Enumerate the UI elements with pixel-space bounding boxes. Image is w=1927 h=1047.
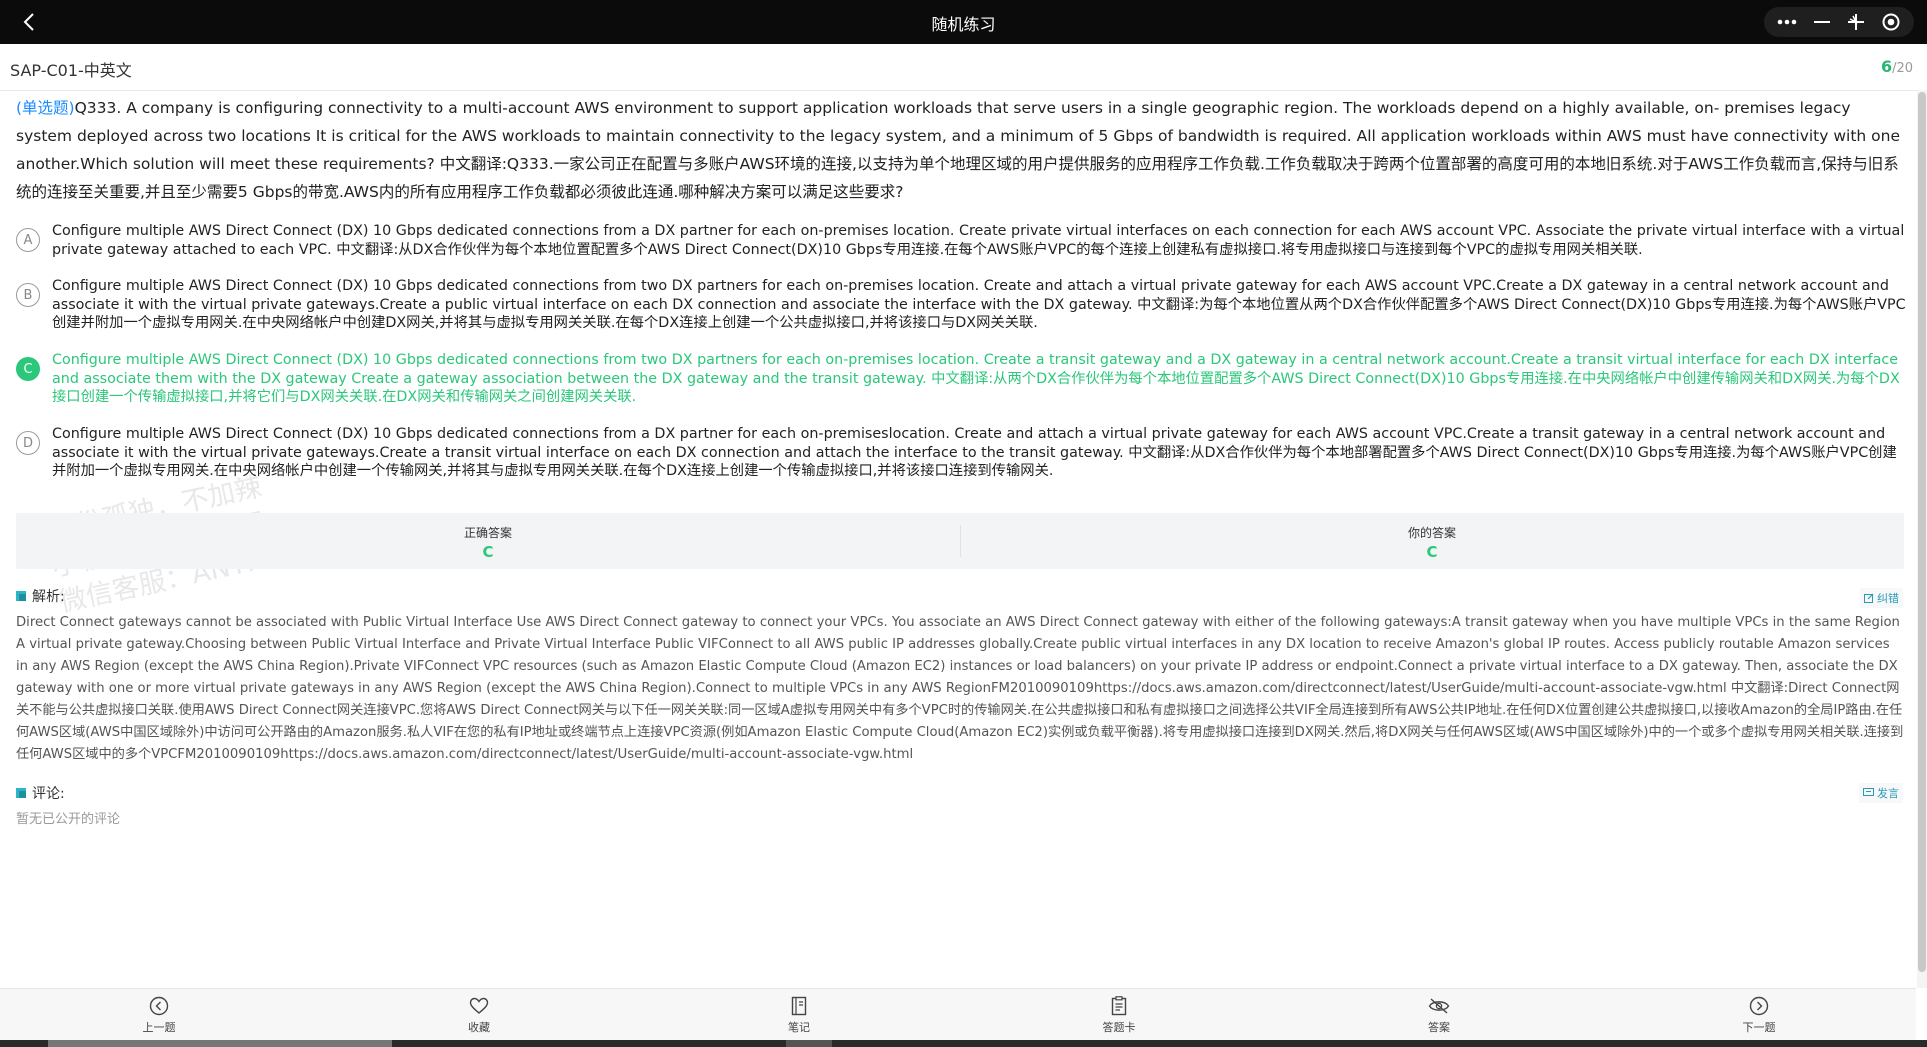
your-answer-value: C — [1426, 543, 1438, 561]
close-button[interactable] — [1877, 8, 1905, 36]
strip-segment — [48, 1040, 392, 1047]
option-text: Configure multiple AWS Direct Connect (D… — [52, 426, 1897, 479]
next-circle-icon — [1749, 996, 1769, 1016]
post-comment-button[interactable]: 发言 — [1859, 783, 1903, 803]
option-text: Configure multiple AWS Direct Connect (D… — [52, 278, 1906, 331]
resize-button[interactable] — [1842, 8, 1870, 36]
shrink-arrows-icon — [1848, 14, 1865, 30]
option-text: Configure multiple AWS Direct Connect (D… — [52, 223, 1905, 258]
next-question-button[interactable]: 下一题 — [1719, 995, 1799, 1035]
scrollbar-thumb[interactable] — [1918, 92, 1926, 972]
report-error-button[interactable]: 纠错 — [1860, 588, 1903, 608]
question-progress: 6/20 — [1881, 57, 1913, 76]
show-answer-button[interactable]: 答案 — [1399, 995, 1479, 1035]
window-controls — [1764, 7, 1914, 37]
option-b[interactable]: B Configure multiple AWS Direct Connect … — [16, 277, 1906, 333]
correct-answer: 正确答案 C — [16, 513, 960, 569]
correct-answer-label: 正确答案 — [463, 526, 512, 540]
title-bar: 随机练习 — [0, 0, 1927, 44]
favorite-button[interactable]: 收藏 — [439, 995, 519, 1035]
target-close-icon — [1882, 13, 1900, 31]
section-marker-icon — [16, 788, 26, 798]
notes-button[interactable]: 笔记 — [759, 995, 839, 1035]
option-text: Configure multiple AWS Direct Connect (D… — [52, 352, 1900, 405]
comment-icon — [1863, 788, 1874, 796]
prev-circle-icon — [149, 996, 169, 1016]
answer-card-icon — [1111, 996, 1127, 1016]
analysis-text: Direct Connect gateways cannot be associ… — [16, 615, 1904, 762]
more-button[interactable] — [1773, 8, 1801, 36]
nav-label: 收藏 — [468, 1021, 490, 1034]
option-d[interactable]: D Configure multiple AWS Direct Connect … — [16, 425, 1906, 481]
nav-label: 答案 — [1428, 1021, 1450, 1034]
option-letter: B — [16, 283, 40, 307]
option-a[interactable]: A Configure multiple AWS Direct Connect … — [16, 222, 1906, 259]
analysis-title: 解析: — [32, 589, 65, 605]
nav-label: 笔记 — [788, 1021, 810, 1034]
option-letter: C — [16, 357, 40, 381]
subject-title: SAP-C01-中英文 — [10, 61, 132, 80]
minimize-icon — [1813, 21, 1830, 23]
correct-answer-value: C — [482, 543, 494, 561]
question-stem: (单选题)Q333. A company is configuring conn… — [16, 94, 1906, 206]
option-c[interactable]: C Configure multiple AWS Direct Connect … — [16, 351, 1906, 407]
sub-header: SAP-C01-中英文 6/20 — [0, 44, 1927, 91]
current-question-number: 6 — [1880, 57, 1893, 76]
answer-card-button[interactable]: 答题卡 — [1079, 995, 1159, 1035]
analysis-heading: 解析: — [16, 586, 65, 606]
prev-question-button[interactable]: 上一题 — [119, 995, 199, 1035]
answer-comparison: 正确答案 C 你的答案 C — [16, 513, 1904, 569]
report-error-label: 纠错 — [1877, 592, 1899, 605]
bottom-nav: 上一题 收藏 笔记 答题卡 答案 下一题 — [0, 988, 1916, 1041]
edit-icon — [1864, 593, 1874, 603]
comments-title: 评论: — [32, 786, 65, 802]
notebook-icon — [791, 996, 807, 1016]
bottom-strip — [0, 1040, 1927, 1047]
section-marker-icon — [16, 591, 26, 601]
nav-label: 答题卡 — [1102, 1021, 1136, 1034]
question-type-tag: (单选题) — [16, 99, 75, 117]
question-text: Q333. A company is configuring connectiv… — [16, 99, 1901, 201]
minimize-button[interactable] — [1808, 8, 1836, 36]
nav-label: 下一题 — [1742, 1021, 1776, 1034]
total-questions: /20 — [1892, 61, 1913, 76]
nav-label: 上一题 — [142, 1021, 176, 1034]
option-letter: A — [16, 228, 40, 252]
window-title: 随机练习 — [931, 15, 996, 34]
eye-hidden-icon — [1428, 998, 1450, 1014]
option-letter: D — [16, 431, 40, 455]
post-comment-label: 发言 — [1877, 787, 1899, 800]
comments-heading: 评论: — [16, 783, 65, 803]
heart-icon — [469, 997, 489, 1014]
more-dots-icon — [1777, 19, 1797, 25]
your-answer: 你的答案 C — [960, 513, 1904, 569]
your-answer-label: 你的答案 — [1407, 526, 1456, 540]
empty-comments-text: 暂无已公开的评论 — [16, 812, 121, 827]
strip-segment — [786, 1040, 832, 1047]
